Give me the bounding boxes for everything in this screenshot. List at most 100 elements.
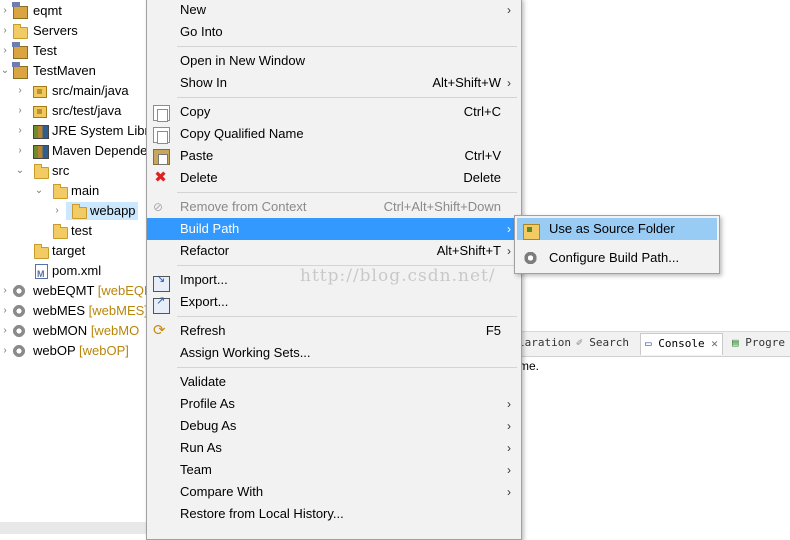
collapse-arrow-icon[interactable]: ⌄ (15, 161, 25, 181)
menu-item-shortcut: Ctrl+C (463, 104, 501, 119)
tree-item-test-folder[interactable]: test (0, 221, 150, 241)
tree-item-label: webapp (90, 203, 136, 218)
configure-icon (523, 251, 538, 265)
xml-file-icon (35, 264, 48, 284)
tree-item-label: TestMaven (33, 63, 96, 78)
tree-item-webmes[interactable]: › webMES [webMES] (0, 301, 150, 321)
submenu-item-use-as-source-folder[interactable]: Use as Source Folder (517, 218, 717, 240)
horizontal-scrollbar[interactable] (0, 522, 150, 534)
expand-arrow-icon[interactable]: › (0, 301, 10, 321)
menu-item-label: New (180, 2, 207, 17)
submenu-arrow-icon: › (507, 244, 511, 258)
menu-item-label: Remove from Context (180, 199, 307, 214)
library-icon (33, 145, 49, 159)
tree-item-maven-dependencies[interactable]: › Maven Depende (0, 141, 150, 161)
expand-arrow-icon[interactable]: › (0, 321, 10, 341)
menu-item-compare-with[interactable]: Compare With › (147, 481, 521, 503)
tree-item-pom-xml[interactable]: pom.xml (0, 261, 150, 284)
menu-item-export[interactable]: Export... (147, 290, 521, 314)
folder-icon (53, 184, 68, 199)
menu-item-copy-qualified-name[interactable]: Copy Qualified Name (147, 123, 521, 145)
close-icon[interactable]: ✕ (711, 337, 718, 350)
expand-arrow-icon[interactable]: › (52, 201, 62, 221)
menu-item-profile-as[interactable]: Profile As › (147, 393, 521, 415)
expand-arrow-icon[interactable]: › (0, 341, 10, 361)
menu-item-label: Export... (180, 294, 229, 309)
menu-item-restore-from-local-history[interactable]: Restore from Local History... (147, 503, 521, 525)
tab-search[interactable]: ✐ Search (576, 336, 629, 349)
console-output: me. (519, 359, 540, 373)
bottom-view-tabbar: laration ✐ Search ▭ Console ✕ ▤ Progre (514, 331, 790, 357)
menu-item-refactor[interactable]: Refactor Alt+Shift+T › (147, 240, 521, 262)
remove-context-icon: ⊘ (153, 200, 164, 214)
project-icon (12, 2, 28, 19)
project-icon (12, 42, 28, 59)
web-project-icon (12, 344, 26, 358)
expand-arrow-icon[interactable]: › (0, 21, 10, 41)
menu-separator (177, 97, 517, 98)
submenu-arrow-icon: › (507, 419, 511, 433)
submenu-arrow-icon: › (507, 222, 511, 236)
copy-icon (153, 105, 170, 122)
tab-declaration[interactable]: laration (518, 336, 571, 349)
menu-item-go-into[interactable]: Go Into (147, 21, 521, 43)
expand-arrow-icon[interactable]: › (0, 41, 10, 61)
menu-item-show-in[interactable]: Show In Alt+Shift+W › (147, 72, 521, 94)
expand-arrow-icon[interactable]: › (15, 121, 25, 141)
menu-item-delete[interactable]: ✖ Delete Delete (147, 167, 521, 189)
submenu-item-configure-build-path[interactable]: Configure Build Path... (517, 247, 717, 269)
tree-item-test[interactable]: › Test (0, 41, 150, 61)
folder-icon (13, 24, 28, 39)
tree-item-webeqmt[interactable]: › webEQMT [webEQM (0, 281, 155, 301)
tree-item-servers[interactable]: › Servers (0, 21, 150, 41)
tree-item-label: src/main/java (52, 83, 129, 98)
tree-item-src-test-java[interactable]: › src/test/java (0, 101, 150, 121)
menu-item-build-path[interactable]: Build Path › (147, 218, 521, 240)
project-icon (12, 62, 28, 79)
submenu-item-label: Use as Source Folder (549, 221, 675, 236)
menu-item-paste[interactable]: Paste Ctrl+V (147, 145, 521, 167)
tree-item-main[interactable]: ⌄ main (0, 181, 150, 201)
expand-arrow-icon[interactable]: › (0, 281, 10, 301)
menu-item-refresh[interactable]: ⟳ Refresh F5 (147, 320, 521, 342)
project-explorer-tree: › eqmt › Servers › Test ⌄ TestMaven › sr… (0, 0, 156, 534)
menu-item-run-as[interactable]: Run As › (147, 437, 521, 459)
menu-item-new[interactable]: New › (147, 0, 521, 21)
tab-console[interactable]: ▭ Console ✕ (640, 333, 723, 355)
tab-progress[interactable]: ▤ Progre (732, 336, 785, 349)
tree-item-src-main-java[interactable]: › src/main/java (0, 81, 150, 101)
menu-item-open-in-new-window[interactable]: Open in New Window (147, 50, 521, 72)
working-set-decoration: [webMES] (88, 303, 148, 318)
expand-arrow-icon[interactable]: › (15, 141, 25, 161)
menu-item-validate[interactable]: Validate (147, 371, 521, 393)
expand-arrow-icon[interactable]: › (0, 1, 10, 21)
tree-item-target[interactable]: target (0, 241, 150, 261)
tree-item-webapp[interactable]: › webapp (0, 201, 150, 221)
tree-item-src[interactable]: ⌄ src (0, 161, 150, 181)
collapse-arrow-icon[interactable]: ⌄ (34, 181, 44, 201)
menu-item-team[interactable]: Team › (147, 459, 521, 481)
menu-item-copy[interactable]: Copy Ctrl+C (147, 101, 521, 123)
tree-item-eqmt[interactable]: › eqmt (0, 1, 150, 21)
menu-item-label: Compare With (180, 484, 264, 499)
expand-arrow-icon[interactable]: › (15, 101, 25, 121)
tree-item-jre-system-library[interactable]: › JRE System Libra (0, 121, 156, 141)
copy-icon (153, 127, 170, 144)
submenu-item-label: Configure Build Path... (549, 250, 680, 265)
menu-item-debug-as[interactable]: Debug As › (147, 415, 521, 437)
working-set-decoration: [webMO (90, 323, 140, 338)
tree-item-label: Test (33, 43, 57, 58)
menu-item-label: Team (180, 462, 212, 477)
tree-item-webop[interactable]: › webOP [webOP] (0, 341, 150, 361)
tree-item-webmon[interactable]: › webMON [webMO (0, 321, 150, 341)
menu-item-label: Refresh (180, 323, 226, 338)
collapse-arrow-icon[interactable]: ⌄ (0, 61, 10, 81)
menu-item-assign-working-sets[interactable]: Assign Working Sets... (147, 342, 521, 364)
expand-arrow-icon[interactable]: › (15, 81, 25, 101)
submenu-arrow-icon: › (507, 76, 511, 90)
menu-separator (177, 316, 517, 317)
web-project-icon (12, 304, 26, 318)
tree-item-testmaven[interactable]: ⌄ TestMaven (0, 61, 150, 81)
tree-item-label: pom.xml (52, 263, 102, 278)
menu-item-label: Run As (180, 440, 222, 455)
